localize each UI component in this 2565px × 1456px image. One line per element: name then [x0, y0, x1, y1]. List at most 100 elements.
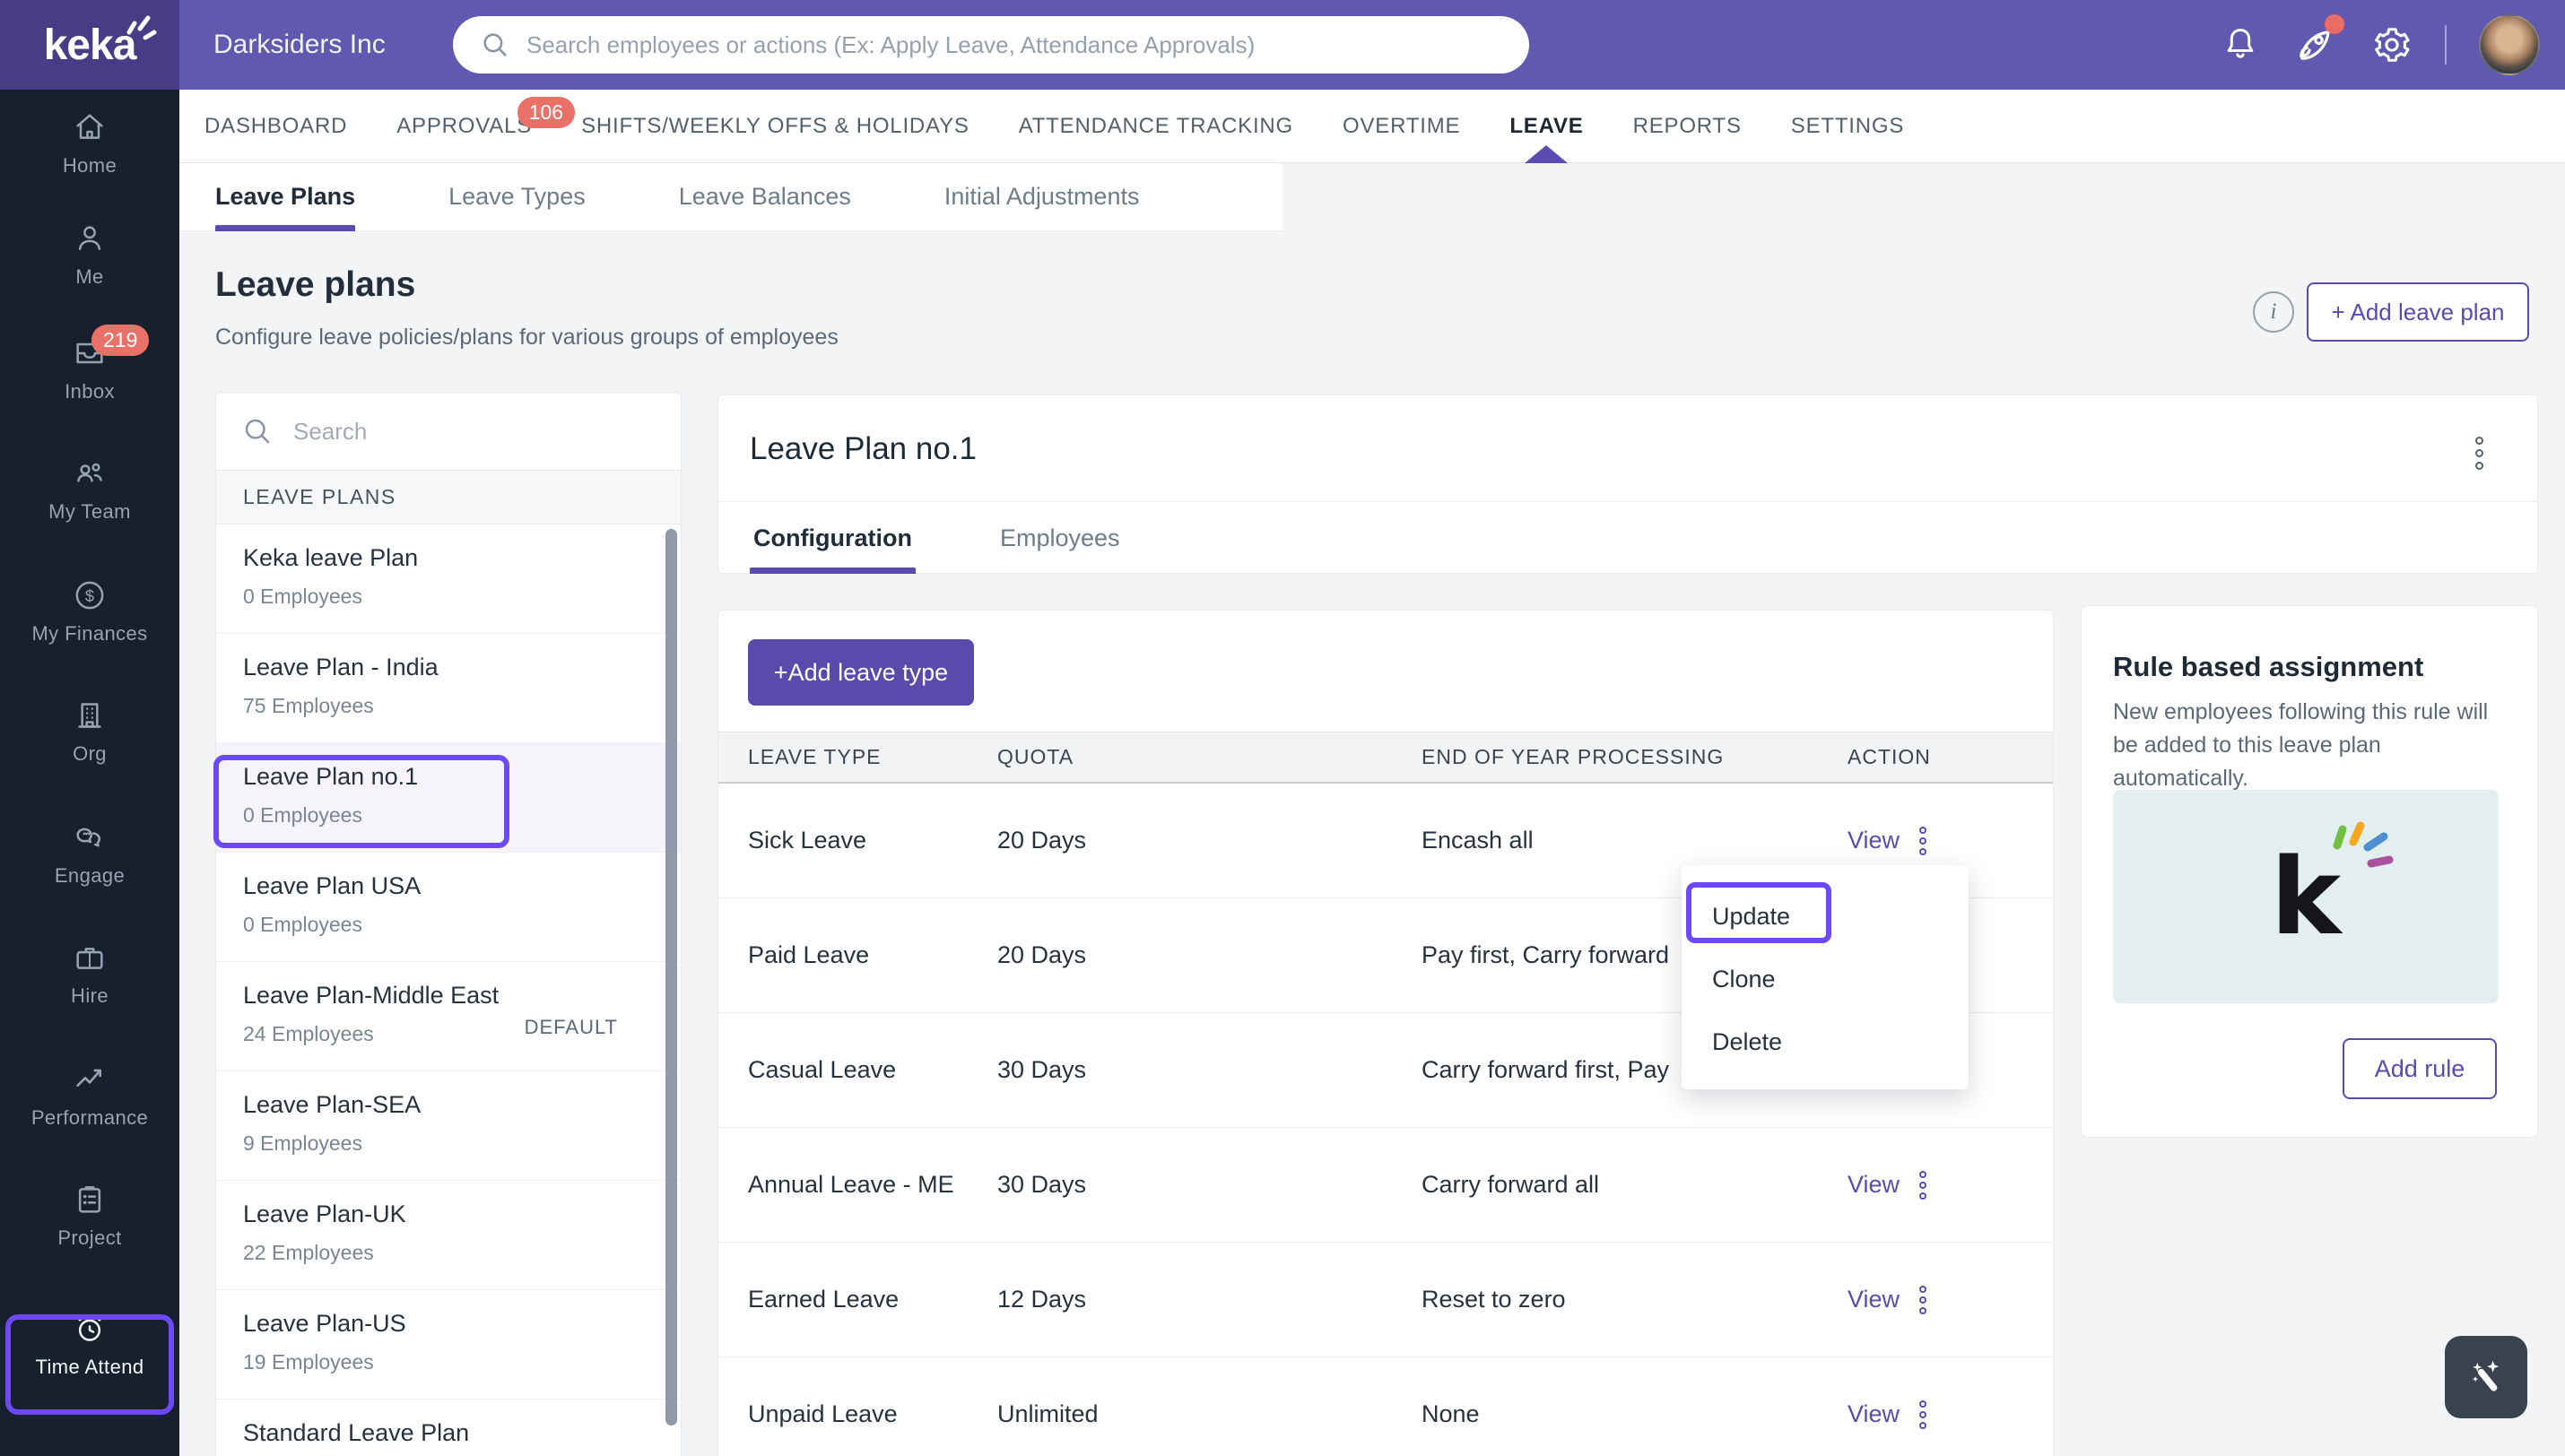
table-row: Unpaid Leave Unlimited None View — [718, 1357, 2053, 1456]
magic-wand-icon — [2472, 1360, 2500, 1391]
gear-icon — [2375, 28, 2410, 62]
plan-item-standard-leave-plan[interactable]: Standard Leave Plan — [216, 1400, 681, 1456]
bell-icon — [2227, 29, 2254, 58]
plan-item-keka-leave-plan[interactable]: Keka leave Plan 0 Employees — [216, 524, 681, 634]
column-header-quota: QUOTA — [997, 745, 1074, 768]
sidebar-item-time-attend[interactable]: Time Attend — [0, 1311, 179, 1379]
default-plan-badge: DEFAULT — [524, 1016, 618, 1038]
view-link[interactable]: View — [1848, 827, 1900, 854]
keka-logo-text: keka — [43, 21, 137, 69]
plan-item-leave-plan-middle-east[interactable]: Leave Plan-Middle East 24 Employees DEFA… — [216, 962, 681, 1071]
notifications-button[interactable] — [2221, 25, 2260, 65]
tab-attendance-tracking[interactable]: ATTENDANCE TRACKING — [1019, 90, 1293, 163]
sidebar-item-engage[interactable]: Engage — [0, 819, 179, 888]
sidebar-label: Me — [75, 265, 104, 288]
settings-button[interactable] — [2371, 24, 2413, 65]
sidebar-item-org[interactable]: Org — [0, 698, 179, 766]
inbox-badge: 219 — [91, 325, 150, 356]
briefcase-icon — [76, 948, 103, 969]
tab-dashboard[interactable]: DASHBOARD — [204, 90, 347, 163]
sidebar-item-my-finances[interactable]: $ My Finances — [0, 577, 179, 646]
row-kebab-menu[interactable] — [1919, 1170, 1927, 1200]
tab-approvals[interactable]: APPROVALS 106 — [396, 90, 576, 163]
tab-overtime[interactable]: OVERTIME — [1343, 90, 1460, 163]
kebab-dot — [2475, 437, 2483, 445]
search-icon — [483, 33, 507, 56]
active-tab-caret — [1525, 144, 1569, 163]
sidebar-label: Project — [57, 1226, 122, 1249]
sidebar-item-project[interactable]: Project — [0, 1182, 179, 1250]
column-header-end-of-year: END OF YEAR PROCESSING — [1422, 745, 1725, 768]
kebab-dot — [2475, 462, 2483, 470]
plan-detail-kebab-menu[interactable] — [2475, 437, 2483, 470]
global-search-input[interactable] — [526, 30, 1502, 59]
row-kebab-menu[interactable] — [1919, 826, 1927, 855]
plans-list: Keka leave Plan 0 Employees Leave Plan -… — [215, 524, 682, 1456]
row-kebab-menu[interactable] — [1919, 1285, 1927, 1314]
dollar-circle-icon: $ — [75, 581, 104, 610]
plan-item-leave-plan-india[interactable]: Leave Plan - India 75 Employees — [216, 634, 681, 743]
whats-new-button[interactable] — [2292, 14, 2344, 68]
context-menu-update[interactable]: Update — [1682, 885, 1969, 948]
tab-reports[interactable]: REPORTS — [1633, 90, 1742, 163]
sidebar-item-performance[interactable]: Performance — [0, 1062, 179, 1130]
home-icon — [76, 114, 103, 139]
add-leave-plan-button[interactable]: + Add leave plan — [2307, 282, 2529, 342]
plans-list-scrollbar[interactable] — [665, 529, 677, 1426]
topbar-divider — [2445, 25, 2447, 65]
subtab-leave-types[interactable]: Leave Types — [448, 163, 586, 231]
kebab-dot — [2475, 449, 2483, 457]
rule-illustration: k — [2113, 790, 2499, 1003]
sidebar-item-inbox[interactable]: 219 Inbox — [0, 325, 179, 403]
view-link[interactable]: View — [1848, 1171, 1900, 1199]
sidebar-item-me[interactable]: Me — [0, 221, 179, 289]
add-leave-type-button[interactable]: +Add leave type — [748, 639, 974, 706]
context-menu-delete[interactable]: Delete — [1682, 1010, 1969, 1073]
keka-k-logo: k — [2271, 821, 2394, 949]
subtab-leave-plans[interactable]: Leave Plans — [215, 163, 356, 231]
chat-hearts-icon — [76, 828, 101, 847]
subtab-leave-balances[interactable]: Leave Balances — [679, 163, 851, 231]
active-tab-underline — [750, 568, 916, 574]
info-icon[interactable]: i — [2253, 291, 2294, 333]
approvals-badge: 106 — [517, 96, 576, 128]
app-sidebar: Home Me 219 Inbox My Team $ My Finances … — [0, 90, 179, 1456]
tab-employees[interactable]: Employees — [996, 502, 1124, 574]
plan-item-leave-plan-uk[interactable]: Leave Plan-UK 22 Employees — [216, 1181, 681, 1290]
tab-settings[interactable]: SETTINGS — [1791, 90, 1904, 163]
plans-search-box[interactable] — [215, 392, 682, 471]
leave-plans-panel: LEAVE PLANS Keka leave Plan 0 Employees … — [215, 392, 682, 1456]
active-subtab-underline — [215, 224, 356, 231]
tab-configuration[interactable]: Configuration — [750, 502, 916, 574]
row-kebab-menu[interactable] — [1919, 1400, 1927, 1429]
leave-sub-nav: Leave Plans Leave Types Leave Balances I… — [179, 163, 1282, 231]
tab-shifts-weekly-offs-holidays[interactable]: SHIFTS/WEEKLY OFFS & HOLIDAYS — [581, 90, 969, 163]
add-rule-button[interactable]: Add rule — [2343, 1038, 2497, 1099]
sidebar-item-hire[interactable]: Hire — [0, 940, 179, 1008]
view-link[interactable]: View — [1848, 1400, 1900, 1428]
user-avatar[interactable] — [2479, 14, 2540, 75]
tab-leave[interactable]: LEAVE — [1509, 90, 1583, 163]
plan-item-leave-plan-no1[interactable]: Leave Plan no.1 0 Employees — [216, 743, 681, 853]
column-header-action: ACTION — [1848, 745, 1931, 768]
plan-item-leave-plan-sea[interactable]: Leave Plan-SEA 9 Employees — [216, 1071, 681, 1181]
view-link[interactable]: View — [1848, 1286, 1900, 1313]
rule-panel-title: Rule based assignment — [2113, 651, 2424, 682]
plan-item-leave-plan-usa[interactable]: Leave Plan USA 0 Employees — [216, 853, 681, 962]
subtab-initial-adjustments[interactable]: Initial Adjustments — [944, 163, 1140, 231]
global-search[interactable] — [453, 16, 1529, 74]
sidebar-label: Performance — [30, 1106, 149, 1129]
trend-up-icon — [76, 1069, 101, 1087]
module-nav: DASHBOARD APPROVALS 106 SHIFTS/WEEKLY OFF… — [179, 90, 2565, 163]
plans-search-input[interactable] — [293, 417, 656, 446]
keka-logo[interactable]: keka — [0, 0, 179, 90]
sidebar-item-my-team[interactable]: My Team — [0, 455, 179, 524]
row-context-menu: Update Clone Delete — [1682, 865, 1969, 1089]
plan-item-leave-plan-us[interactable]: Leave Plan-US 19 Employees — [216, 1290, 681, 1400]
svg-text:$: $ — [85, 586, 94, 605]
rule-panel-description: New employees following this rule will b… — [2113, 699, 2489, 791]
context-menu-clone[interactable]: Clone — [1682, 948, 1969, 1010]
sidebar-item-home[interactable]: Home — [0, 109, 179, 178]
magic-wand-button[interactable] — [2445, 1336, 2527, 1418]
table-row: Earned Leave 12 Days Reset to zero View — [718, 1243, 2053, 1357]
